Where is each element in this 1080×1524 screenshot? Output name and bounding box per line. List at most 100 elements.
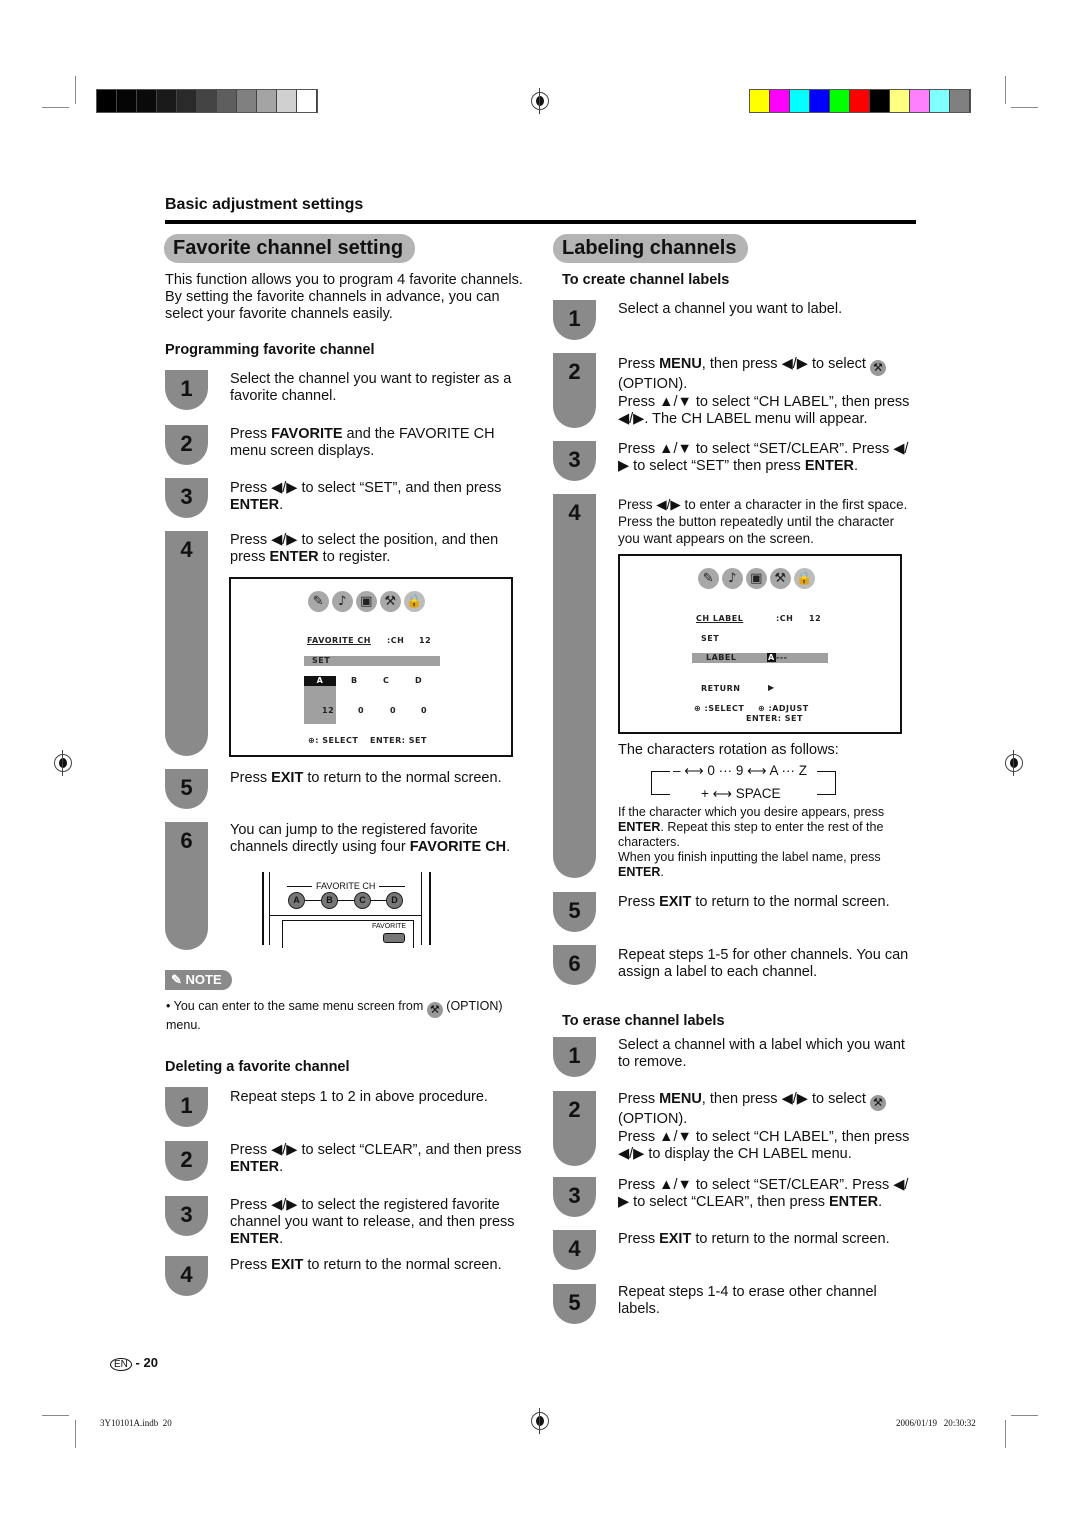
menu-icon-row: ✎ ♪ ▣ ⚒ 🔒 <box>308 591 425 612</box>
grayscale-swatch <box>237 90 257 112</box>
option-icon: ⚒ <box>426 1002 443 1018</box>
remote-body-left-inner <box>269 872 270 945</box>
favorite-ch-d-button[interactable]: D <box>386 892 403 909</box>
grayscale-swatch <box>217 90 237 112</box>
return-arrow-icon: ▶ <box>768 683 775 692</box>
menu-title: CH LABEL <box>696 614 744 623</box>
set-row: SET <box>304 656 440 666</box>
step-text: Select a channel you want to label. <box>618 301 843 317</box>
color-calibration-bar <box>749 89 971 113</box>
footer-enter: ENTER: SET <box>370 736 427 745</box>
note-badge: ✎ NOTE <box>165 970 232 990</box>
remote-body-right <box>426 872 431 945</box>
label-row[interactable]: LABEL A --- <box>692 653 828 663</box>
option-icon: ⚒ <box>770 568 791 589</box>
grayscale-swatch <box>197 90 217 112</box>
paperclip-icon: ✎ <box>171 972 186 987</box>
picture-icon: ✎ <box>698 568 719 589</box>
registration-mark-icon <box>531 88 549 114</box>
joystick-icon: ⊕ <box>758 704 769 713</box>
crop-mark <box>42 107 69 108</box>
power-icon: ▣ <box>746 568 767 589</box>
ch-label: :CH <box>387 636 405 645</box>
option-icon: ⚒ <box>869 360 886 376</box>
ch-label: :CH <box>776 614 794 623</box>
step-text: Press MENU, then press ◀/▶ to select ⚒ (O… <box>618 356 918 393</box>
step-badge: 5 <box>553 892 596 932</box>
enter-note-1: If the character which you desire appear… <box>618 805 885 849</box>
step-text: Press ◀/▶ to select the registered favor… <box>230 1197 515 1247</box>
step-badge: 2 <box>165 1141 208 1181</box>
step-badge: 4 <box>165 531 208 756</box>
color-swatch <box>810 90 830 112</box>
crop-mark <box>1005 1420 1006 1448</box>
step-text: Press EXIT to return to the normal scree… <box>230 1257 502 1273</box>
grayscale-calibration-bar <box>96 89 318 113</box>
remote-body-left <box>262 872 267 945</box>
crop-mark <box>75 1420 76 1448</box>
step-badge: 2 <box>165 425 208 465</box>
grayscale-swatch <box>277 90 297 112</box>
label-cursor: A <box>767 653 776 662</box>
slot-b-value: 0 <box>358 706 365 715</box>
step-badge: 4 <box>165 1256 208 1296</box>
remote-panel-divider <box>270 915 421 916</box>
menu-icon-row: ✎ ♪ ▣ ⚒ 🔒 <box>698 568 815 589</box>
color-swatch <box>830 90 850 112</box>
favorite-ch-c-button[interactable]: C <box>354 892 371 909</box>
step-text: Press EXIT to return to the normal scree… <box>618 894 890 910</box>
step-badge: 2 <box>553 353 596 428</box>
enter-note-2: When you finish inputting the label name… <box>618 850 881 879</box>
step-badge: 3 <box>165 1196 208 1236</box>
grayscale-swatch <box>177 90 197 112</box>
set-row: SET <box>701 634 720 643</box>
remote-button-line <box>297 900 392 901</box>
section-rule <box>165 220 916 224</box>
labeling-title: Labeling channels <box>553 234 749 263</box>
step-badge: 3 <box>553 1177 596 1217</box>
grayscale-swatch <box>297 90 317 112</box>
grayscale-swatch <box>257 90 277 112</box>
favorite-button-label: FAVORITE <box>372 923 407 930</box>
step-badge: 1 <box>553 1037 596 1077</box>
footer-select: ⊕ :SELECT <box>694 704 745 713</box>
favorite-ch-b-button[interactable]: B <box>321 892 338 909</box>
favorite-intro: This function allows you to program 4 fa… <box>165 272 523 322</box>
favorite-ch-menu-screen: ✎ ♪ ▣ ⚒ 🔒 FAVORITE CH :CH 12 SET A B C D… <box>229 577 513 757</box>
step-badge: 2 <box>553 1091 596 1166</box>
color-swatch <box>910 90 930 112</box>
favorite-button[interactable] <box>383 933 405 943</box>
step-text: Select a channel with a label which you … <box>618 1037 905 1070</box>
slot-b-header: B <box>351 676 358 685</box>
rotation-line-2: + ⟷ SPACE <box>701 786 781 801</box>
slot-d-header: D <box>415 676 423 685</box>
crop-mark <box>1005 76 1006 104</box>
step-badge: 6 <box>553 945 596 985</box>
file-name: 3Y10101A.indb 20 <box>100 1418 172 1428</box>
menu-title: FAVORITE CH <box>307 636 371 645</box>
step-text: Select the channel you want to register … <box>230 371 512 404</box>
step-text: Repeat steps 1-4 to erase other channel … <box>618 1284 877 1317</box>
grayscale-swatch <box>117 90 137 112</box>
crop-mark <box>1011 1415 1038 1416</box>
step-text: Press ▲/▼ to select “SET/CLEAR”. Press ◀… <box>618 1177 909 1210</box>
grayscale-swatch <box>97 90 117 112</box>
slot-a-header: A <box>304 676 336 686</box>
deleting-heading: Deleting a favorite channel <box>165 1059 350 1075</box>
print-timestamp: 2006/01/19 20:30:32 <box>896 1418 976 1428</box>
step-text: Repeat steps 1-5 for other channels. You… <box>618 947 909 980</box>
step-text: Press ◀/▶ to enter a character in the fi… <box>618 497 908 546</box>
step-text: Press MENU, then press ◀/▶ to select ⚒ (O… <box>618 1091 918 1128</box>
page-number: EN - 20 <box>110 1355 158 1371</box>
favorite-ch-a-button[interactable]: A <box>288 892 305 909</box>
step-text: Press ◀/▶ to select “SET”, and then pres… <box>230 480 502 513</box>
step-text: Press EXIT to return to the normal scree… <box>618 1231 890 1247</box>
color-swatch <box>930 90 950 112</box>
step-badge: 6 <box>165 822 208 950</box>
step-text: Press ▲/▼ to select “SET/CLEAR”. Press ◀… <box>618 441 909 474</box>
color-swatch <box>890 90 910 112</box>
picture-icon: ✎ <box>308 591 329 612</box>
rotation-bracket-left <box>651 771 670 795</box>
return-row: RETURN <box>701 684 741 693</box>
crop-mark <box>42 1415 69 1416</box>
